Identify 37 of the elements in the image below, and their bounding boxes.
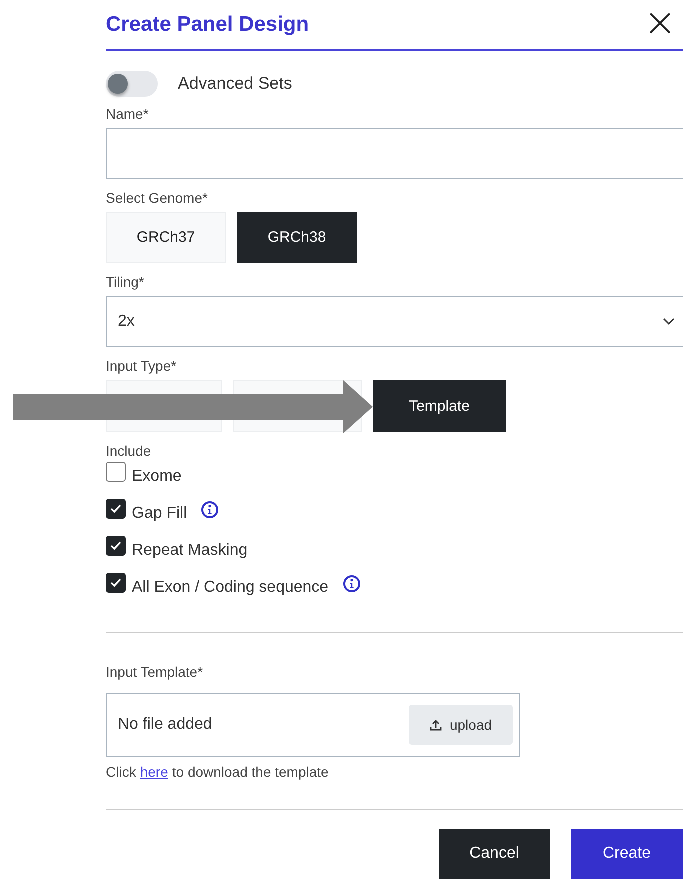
hint-text: to download the template [172, 764, 329, 780]
checkbox-label: All Exon / Coding sequence [132, 578, 329, 598]
checkbox-label: Gap Fill [132, 504, 188, 524]
info-icon[interactable] [342, 575, 361, 593]
checkbox[interactable] [106, 536, 126, 556]
checkbox[interactable] [106, 499, 126, 519]
close-button[interactable]: × [643, 6, 677, 40]
field-label: Name* [106, 106, 149, 122]
dialog-title: Create Panel Design [106, 12, 310, 36]
genome-option[interactable]: GRCh37 [106, 212, 226, 263]
upload-icon [430, 719, 442, 731]
checkmark-icon [110, 541, 122, 551]
chevron-down-icon [663, 318, 675, 326]
field-label: Input Template* [106, 664, 204, 680]
hint-text: Click [106, 764, 136, 780]
create-button[interactable]: Create [571, 829, 683, 879]
checkmark-icon [110, 504, 122, 514]
input-type-option[interactable]: Template [373, 380, 506, 432]
checkbox[interactable] [106, 573, 126, 593]
checkbox-label: Exome [132, 467, 182, 487]
checkbox[interactable] [106, 462, 126, 482]
tiling-select[interactable]: 2x [106, 296, 683, 347]
checkmark-icon [110, 578, 122, 588]
name-input[interactable] [106, 128, 683, 179]
section-label: Include [106, 443, 152, 459]
info-icon[interactable] [201, 501, 220, 519]
toggle-switch[interactable] [106, 71, 158, 97]
download-link[interactable]: here [140, 764, 168, 780]
genome-option[interactable]: GRCh38 [237, 212, 357, 263]
field-label: Input Type* [106, 358, 177, 374]
file-upload-field[interactable]: No file added upload [106, 693, 520, 757]
cancel-button[interactable]: Cancel [439, 829, 550, 879]
upload-button[interactable]: upload [409, 705, 513, 745]
toggle-label: Advanced Sets [178, 74, 292, 94]
checkbox-label: Repeat Masking [132, 541, 248, 561]
field-label: Tiling* [106, 274, 144, 290]
field-label: Select Genome* [106, 190, 208, 206]
